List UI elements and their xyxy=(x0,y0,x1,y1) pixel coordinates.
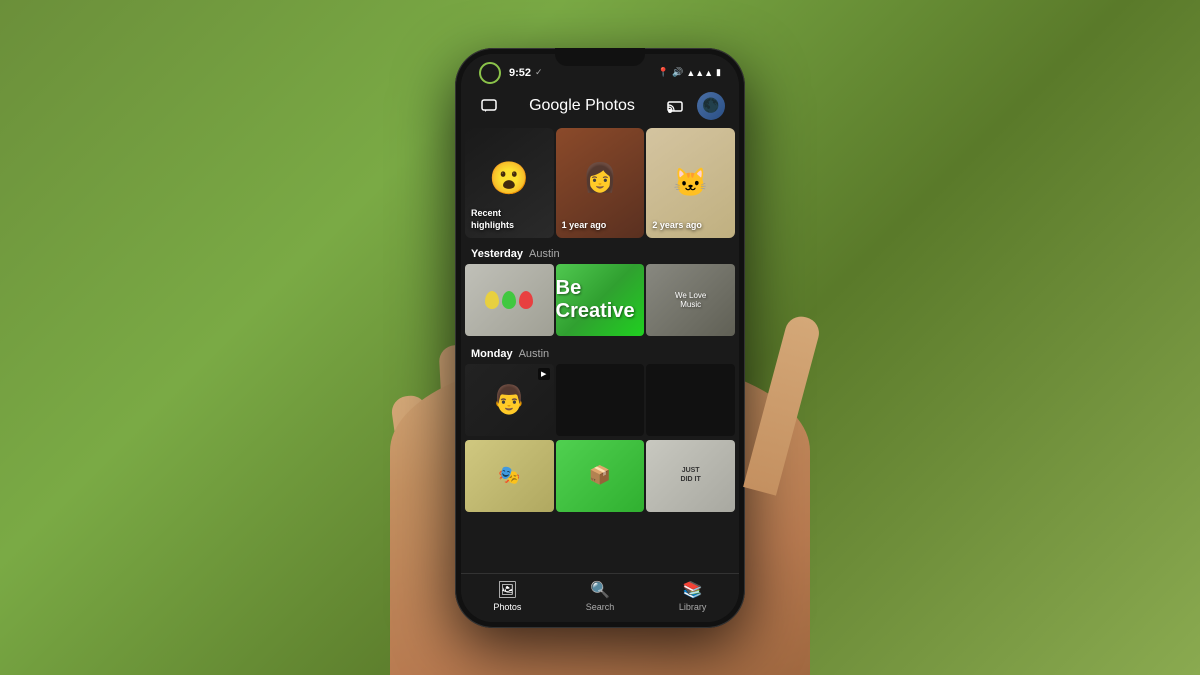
highlight-card-1year[interactable]: 👩 1 year ago xyxy=(556,128,645,238)
bottom-nav: 🖼 Photos 🔍 Search 📚 Library xyxy=(461,573,739,622)
user-avatar[interactable]: 🌑 xyxy=(697,92,725,120)
photo-cell-m5[interactable]: 📦 xyxy=(556,440,645,512)
sticker-1: 🎭 xyxy=(465,440,554,512)
sticker-3: JUSTDID IT xyxy=(646,440,735,512)
notification-dot xyxy=(479,62,501,84)
highlight-label-2years: 2 years ago xyxy=(652,220,702,232)
photos-icon: 🖼 xyxy=(497,580,517,600)
sound-icon: 🔊 xyxy=(672,67,683,78)
library-label: Library xyxy=(679,602,707,612)
signal-icon: ▲▲▲ xyxy=(686,68,713,78)
cast-button[interactable] xyxy=(661,92,689,120)
phone-notch xyxy=(555,48,645,66)
nav-search[interactable]: 🔍 Search xyxy=(554,580,647,612)
section-header-monday: Monday Austin xyxy=(461,340,739,364)
phone-screen: 9:52 ✓ 📍 🔊 ▲▲▲ ▮ xyxy=(461,54,739,622)
search-icon: 🔍 xyxy=(590,580,610,600)
status-check: ✓ xyxy=(535,67,543,78)
photo-grid-monday-2: 🎭 📦 JUSTDID IT xyxy=(461,440,739,512)
battery-icon: ▮ xyxy=(716,67,721,78)
location-icon: 📍 xyxy=(658,67,669,78)
photos-label: Photos xyxy=(493,602,521,612)
photo-cell-m1[interactable]: 👨 ▶ xyxy=(465,364,554,436)
search-label: Search xyxy=(586,602,615,612)
balloons-1 xyxy=(485,291,533,309)
face-emoji-1: 😮 xyxy=(489,159,529,197)
status-time: 9:52 xyxy=(509,67,531,79)
status-icons: 📍 🔊 ▲▲▲ ▮ xyxy=(658,67,721,78)
top-bar-right: 🌑 xyxy=(661,92,725,120)
photo-cell-y3[interactable]: We LoveMusic xyxy=(646,264,735,336)
library-icon: 📚 xyxy=(683,580,703,600)
photo-grid-yesterday: Be Creative We LoveMusic xyxy=(461,264,739,336)
photo-cell-m4[interactable]: 🎭 xyxy=(465,440,554,512)
phone: 9:52 ✓ 📍 🔊 ▲▲▲ ▮ xyxy=(455,48,745,628)
photo-cell-m6[interactable]: JUSTDID IT xyxy=(646,440,735,512)
photo-grid-monday-1: 👨 ▶ xyxy=(461,364,739,436)
section-date-monday: Monday xyxy=(471,348,513,360)
photo-cell-y2[interactable]: Be Creative xyxy=(556,264,645,336)
highlight-label-1year: 1 year ago xyxy=(562,220,607,232)
sticker-2: 📦 xyxy=(556,440,645,512)
scroll-content: 😮 Recenthighlights 👩 1 year ago xyxy=(461,126,739,573)
highlight-label-recent: Recenthighlights xyxy=(471,208,514,231)
cast-icon xyxy=(667,99,683,113)
section-header-yesterday: Yesterday Austin xyxy=(461,240,739,264)
status-left: 9:52 ✓ xyxy=(479,62,543,84)
message-button[interactable] xyxy=(475,92,503,120)
highlight-card-2years[interactable]: 🐱 2 years ago xyxy=(646,128,735,238)
balloon-green: Be Creative xyxy=(556,264,645,336)
photo-cell-y1[interactable] xyxy=(465,264,554,336)
highlight-card-recent[interactable]: 😮 Recenthighlights xyxy=(465,128,554,238)
nav-photos[interactable]: 🖼 Photos xyxy=(461,580,554,612)
app-title: Google Photos xyxy=(503,97,661,115)
top-bar-left xyxy=(475,92,503,120)
message-icon xyxy=(481,99,497,113)
section-location-yesterday: Austin xyxy=(529,248,560,260)
nav-library[interactable]: 📚 Library xyxy=(646,580,739,612)
photo-cell-m3[interactable] xyxy=(646,364,735,436)
video-indicator: ▶ xyxy=(538,368,550,380)
photo-cell-m2[interactable] xyxy=(556,364,645,436)
face-emoji-2: 👩 xyxy=(583,161,618,194)
phone-wrapper: 9:52 ✓ 📍 🔊 ▲▲▲ ▮ xyxy=(455,48,745,628)
top-bar: Google Photos 🌑 xyxy=(461,88,739,126)
section-location-monday: Austin xyxy=(519,348,550,360)
cat-emoji: 🐱 xyxy=(673,166,708,199)
highlights-row: 😮 Recenthighlights 👩 1 year ago xyxy=(461,126,739,240)
balloon-3: We LoveMusic xyxy=(646,264,735,336)
section-date-yesterday: Yesterday xyxy=(471,248,523,260)
